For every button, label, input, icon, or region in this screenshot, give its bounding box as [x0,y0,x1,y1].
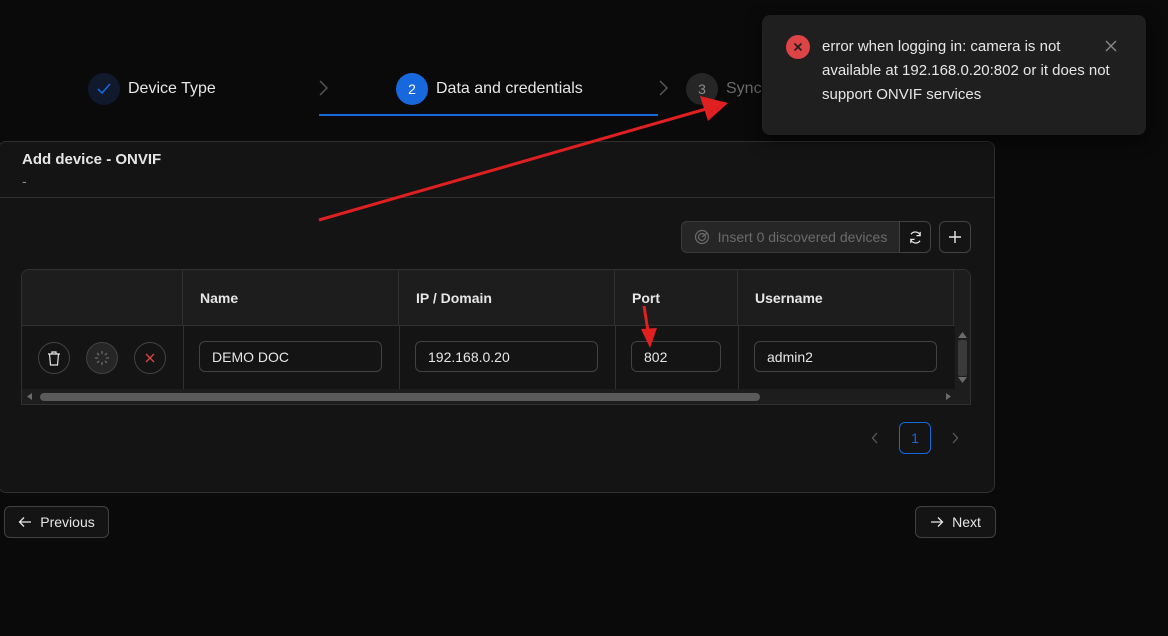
chevron-left-icon [871,432,878,444]
next-label: Next [952,514,981,530]
previous-button[interactable]: Previous [4,506,109,538]
error-icon [786,35,810,59]
check-icon [88,73,120,105]
refresh-icon [909,230,921,244]
add-button[interactable] [939,221,971,253]
scroll-arrows-icon [958,332,967,383]
pagination-page-1[interactable]: 1 [899,422,931,454]
close-icon [145,353,155,363]
username-input[interactable]: admin2 [754,341,937,372]
step-device-type[interactable]: Device Type [88,72,216,106]
previous-label: Previous [40,514,95,530]
scroll-left-icon [27,393,32,400]
column-divider [183,325,184,389]
arrow-left-icon [18,517,32,527]
column-header-username: Username [738,270,954,325]
plus-icon [949,231,961,243]
active-step-underline [319,114,658,116]
error-notification: error when logging in: camera is not ava… [762,15,1146,135]
column-header-name: Name [183,270,399,325]
step-synch[interactable]: 3 Synch [686,72,770,106]
port-input[interactable]: 802 [631,341,721,372]
radar-icon [694,229,709,245]
pagination-next[interactable] [939,422,971,454]
step-number: 2 [396,73,428,105]
trash-icon [48,350,60,366]
card-divider [0,197,994,198]
pagination-prev[interactable] [859,422,891,454]
actions-header [22,270,183,325]
chevron-right-icon [952,432,959,444]
horizontal-scrollbar[interactable] [22,389,970,404]
chevron-right-icon [319,80,328,96]
step-number: 3 [686,73,718,105]
scroll-right-icon [946,393,951,400]
remove-row-button[interactable] [134,342,166,374]
scrollbar-thumb[interactable] [40,393,760,401]
chevron-right-icon [659,80,668,96]
vertical-scrollbar[interactable] [955,270,970,389]
step-label: Data and credentials [436,80,583,97]
table-header: Name IP / Domain Port Username [22,270,955,326]
column-header-ip: IP / Domain [399,270,615,325]
delete-row-button[interactable] [38,342,70,374]
card-title: Add device - ONVIF [22,151,162,168]
column-divider [399,325,400,389]
next-button[interactable]: Next [915,506,996,538]
step-label: Device Type [128,80,216,97]
column-divider [738,325,739,389]
insert-discovered-devices-button[interactable]: Insert 0 discovered devices [681,221,900,253]
column-divider [615,325,616,389]
insert-label: Insert 0 discovered devices [717,229,888,245]
notification-message: error when logging in: camera is not ava… [822,38,1110,103]
name-input[interactable]: DEMO DOC [199,341,382,372]
refresh-button[interactable] [899,221,931,253]
loading-icon [94,350,110,366]
step-data-credentials[interactable]: 2 Data and credentials [396,72,583,106]
card-subtitle: - [22,173,27,189]
devices-table: Name IP / Domain Port Username DEMO DOC … [21,269,971,405]
arrow-right-icon [931,517,944,527]
column-header-port: Port [615,270,738,325]
test-connection-button[interactable] [86,342,118,374]
close-icon[interactable] [1104,39,1118,53]
ip-input[interactable]: 192.168.0.20 [415,341,598,372]
